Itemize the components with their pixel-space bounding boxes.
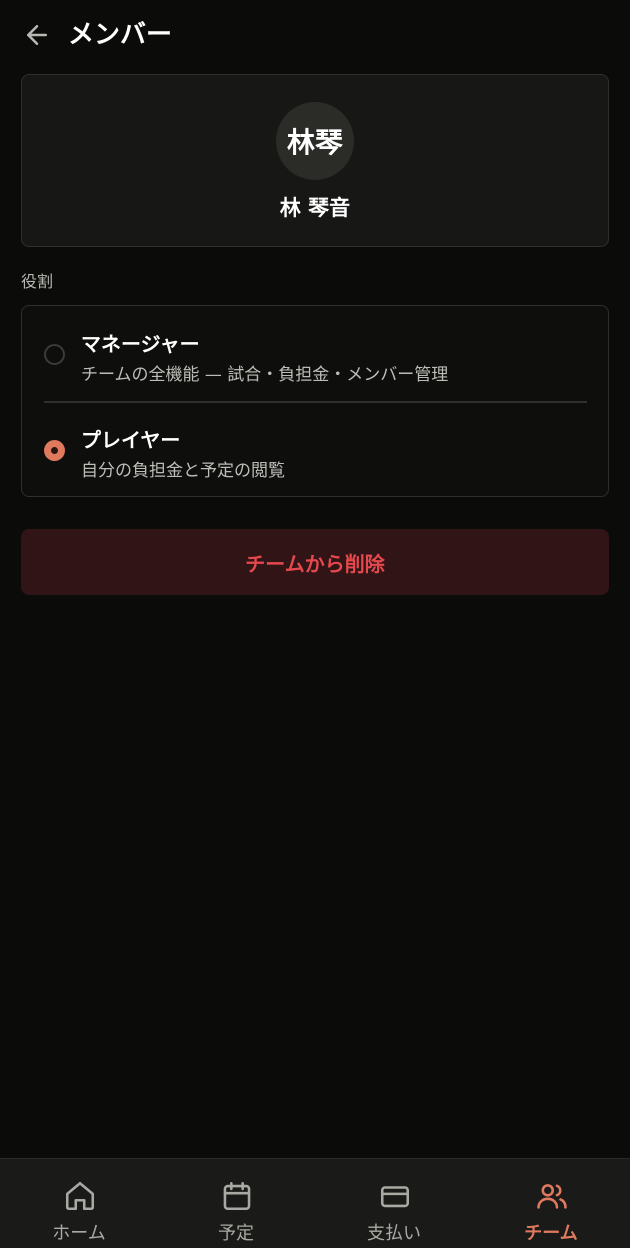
- users-icon: [537, 1184, 567, 1209]
- role-description-manager: チームの全機能 — 試合・負担金・メンバー管理: [81, 365, 449, 385]
- role-title-manager: マネージャー: [81, 332, 200, 356]
- back-button[interactable]: [20, 18, 54, 52]
- role-section-label: 役割: [21, 272, 54, 291]
- calendar-icon: [223, 1181, 251, 1211]
- nav-label-team: チーム: [524, 1223, 578, 1244]
- bottom-navigation: ホーム 予定 支払い チーム: [0, 1158, 630, 1248]
- nav-schedule[interactable]: 予定: [157, 1159, 315, 1248]
- nav-team[interactable]: チーム: [472, 1159, 630, 1248]
- role-option-manager[interactable]: マネージャー チームの全機能 — 試合・負担金・メンバー管理: [22, 306, 608, 400]
- member-name: 林 琴音: [279, 196, 351, 220]
- page-title: メンバー: [68, 20, 173, 50]
- radio-player[interactable]: [44, 440, 65, 461]
- arrow-left-icon: [27, 25, 47, 45]
- nav-label-home: ホーム: [52, 1223, 106, 1244]
- role-selector: マネージャー チームの全機能 — 試合・負担金・メンバー管理 プレイヤー 自分の…: [21, 305, 609, 497]
- credit-card-icon: [380, 1186, 410, 1208]
- role-title-player: プレイヤー: [81, 428, 181, 452]
- avatar: 林琴: [276, 102, 354, 180]
- role-description-player: 自分の負担金と予定の閲覧: [81, 461, 285, 481]
- nav-label-payments: 支払い: [367, 1223, 421, 1244]
- nav-home[interactable]: ホーム: [0, 1159, 158, 1248]
- role-option-player[interactable]: プレイヤー 自分の負担金と予定の閲覧: [22, 402, 608, 496]
- home-icon: [65, 1181, 95, 1211]
- radio-manager[interactable]: [44, 344, 65, 365]
- nav-payments[interactable]: 支払い: [315, 1159, 473, 1248]
- remove-from-team-button[interactable]: チームから削除: [21, 529, 609, 595]
- app-header: メンバー: [0, 0, 630, 72]
- nav-label-schedule: 予定: [218, 1223, 254, 1244]
- member-profile-card: 林琴 林 琴音: [21, 74, 609, 247]
